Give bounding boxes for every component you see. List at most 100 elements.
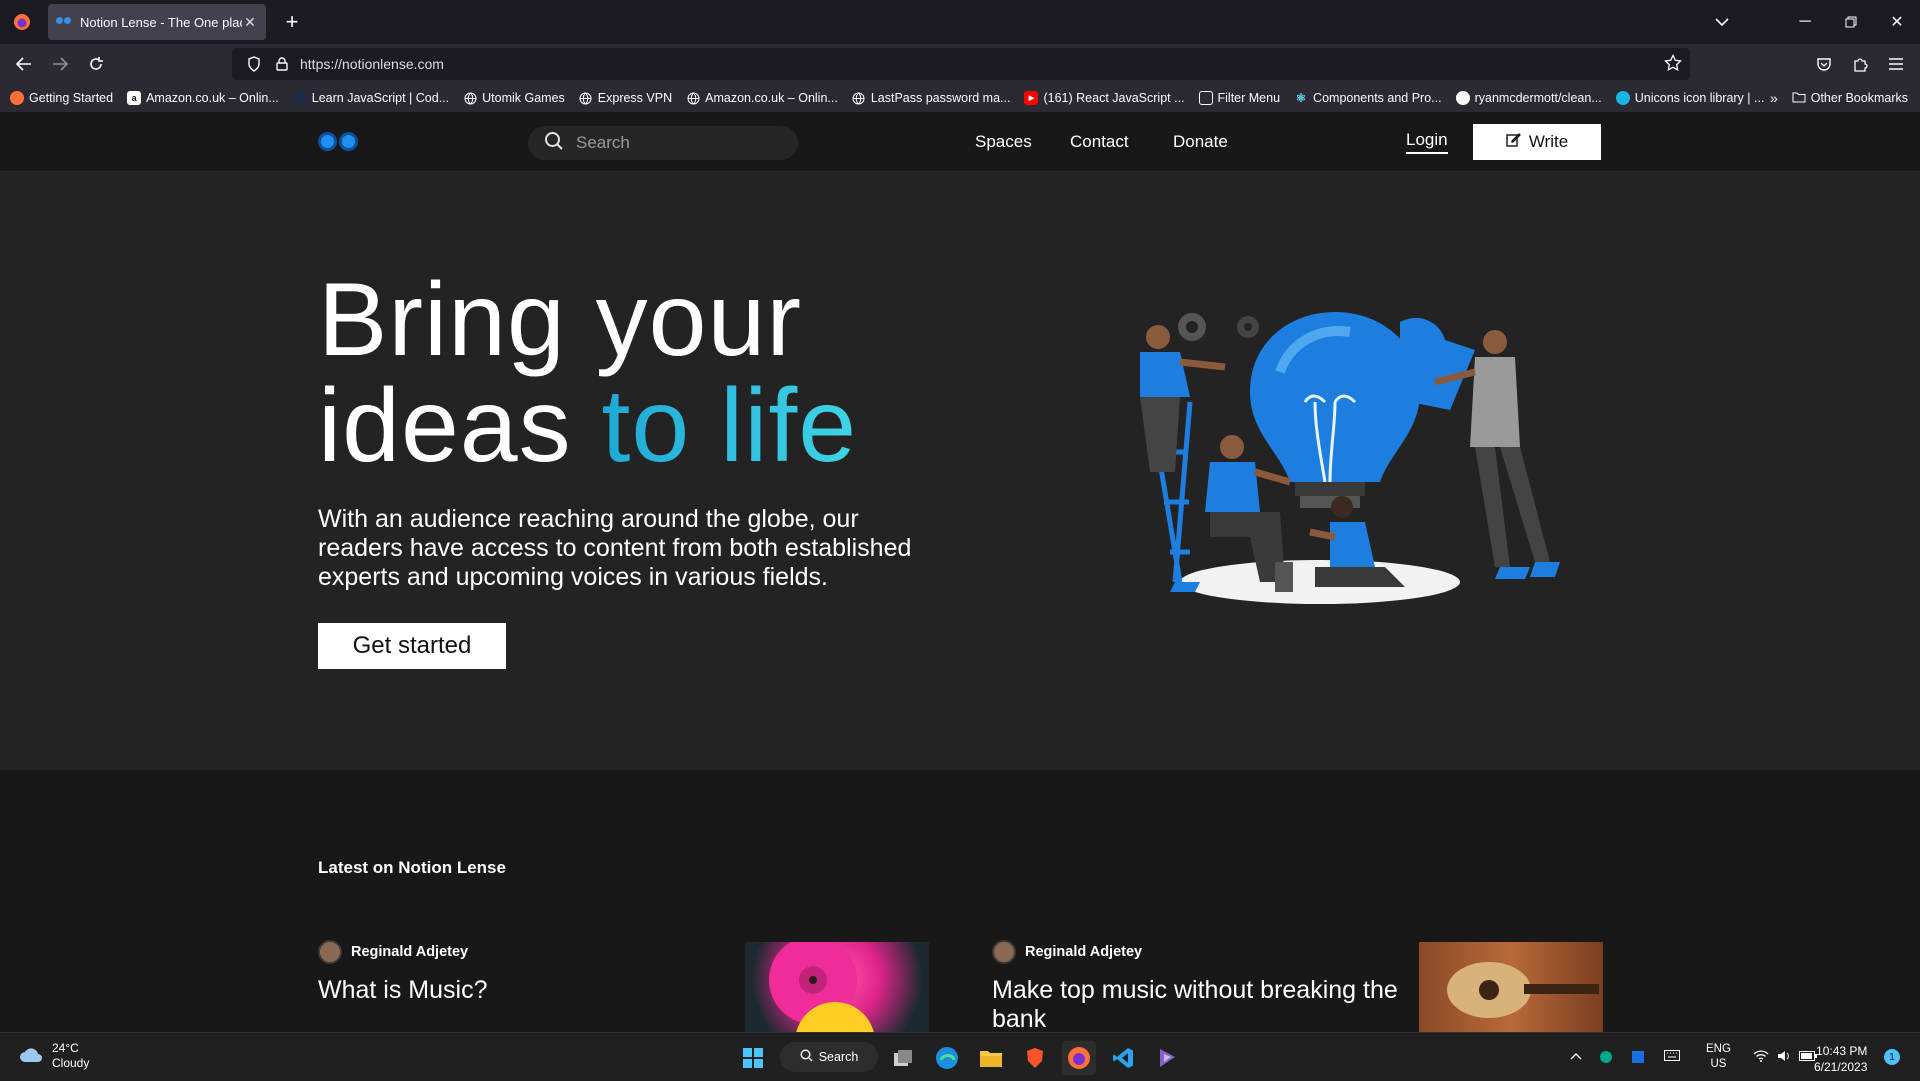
language-indicator[interactable]: ENG US <box>1706 1042 1731 1072</box>
bookmarks-right-area: » Other Bookmarks <box>1770 84 1908 112</box>
nav-link-spaces[interactable]: Spaces <box>975 132 1032 152</box>
author-name: Reginald Adjetey <box>1025 944 1143 960</box>
search-placeholder: Search <box>576 133 630 152</box>
kaspersky-tray-icon[interactable] <box>1600 1051 1612 1063</box>
wifi-icon[interactable] <box>1753 1049 1769 1065</box>
firefox-icon <box>10 91 24 105</box>
system-tray: ENG US <box>1570 1033 1817 1081</box>
latest-posts-section: Latest on Notion Lense Reginald Adjetey … <box>0 770 1920 1034</box>
extensions-puzzle-icon[interactable] <box>1846 50 1874 78</box>
bookmark-label: Express VPN <box>597 91 673 105</box>
globe-icon <box>852 91 866 105</box>
author-name: Reginald Adjetey <box>351 944 469 960</box>
back-arrow-icon[interactable] <box>10 50 38 78</box>
site-header: Search Spaces Contact Donate Login Write <box>0 112 1920 172</box>
ideas-puzzle-illustration <box>1140 312 1560 604</box>
edit-pencil-icon <box>1506 132 1521 152</box>
globe-icon <box>463 91 477 105</box>
avatar <box>992 940 1016 964</box>
close-tab-icon[interactable]: ✕ <box>242 14 258 31</box>
bookmark-amazon-1[interactable]: a Amazon.co.uk – Onlin... <box>127 91 279 105</box>
write-label: Write <box>1528 132 1569 151</box>
edge-browser-icon[interactable] <box>930 1041 964 1075</box>
clock-date: 6/21/2023 <box>1814 1060 1868 1074</box>
post-title[interactable]: What is Music? <box>318 976 738 1005</box>
bookmark-lastpass[interactable]: LastPass password ma... <box>852 91 1011 105</box>
list-all-tabs-chevron-down-icon[interactable] <box>1708 8 1736 36</box>
close-window-icon[interactable]: ✕ <box>1874 0 1920 44</box>
weather-widget[interactable]: 24°C Cloudy <box>18 1041 89 1071</box>
taskbar-search[interactable]: Search <box>780 1042 878 1072</box>
minimize-window-icon[interactable]: ─ <box>1782 0 1828 44</box>
bookmark-learn-javascript[interactable]: Learn JavaScript | Cod... <box>292 91 449 105</box>
nav-link-donate[interactable]: Donate <box>1173 132 1228 152</box>
windows-start-icon[interactable] <box>736 1041 770 1075</box>
lock-icon[interactable] <box>272 54 292 74</box>
new-tab-button[interactable]: + <box>278 8 306 36</box>
notion-lense-logo[interactable] <box>318 132 358 152</box>
visual-studio-icon[interactable] <box>1150 1041 1184 1075</box>
pocket-icon[interactable] <box>1810 50 1838 78</box>
more-bookmarks-chevron-icon[interactable]: » <box>1770 90 1778 106</box>
bookmark-utomik[interactable]: Utomik Games <box>463 91 565 105</box>
avatar <box>318 940 342 964</box>
bookmark-components[interactable]: ⚛ Components and Pro... <box>1294 91 1442 105</box>
write-button[interactable]: Write <box>1473 124 1601 160</box>
tracking-protection-shield-icon[interactable] <box>244 54 264 74</box>
keyboard-icon[interactable] <box>1664 1050 1680 1064</box>
file-explorer-icon[interactable] <box>974 1041 1008 1075</box>
search-icon <box>800 1049 813 1065</box>
bookmark-star-icon[interactable] <box>1664 53 1682 75</box>
forward-arrow-icon[interactable] <box>46 50 74 78</box>
restore-window-icon[interactable] <box>1828 0 1874 44</box>
post-thumbnail-vinyl[interactable] <box>745 942 929 1032</box>
url-text: https://notionlense.com <box>300 56 444 72</box>
bookmark-unicons[interactable]: Unicons icon library | ... <box>1615 91 1764 105</box>
notifications-badge[interactable]: 1 <box>1884 1049 1900 1065</box>
bookmark-github-clean-code[interactable]: ryanmcdermott/clean... <box>1455 91 1602 105</box>
firefox-taskbar-icon[interactable] <box>1062 1041 1096 1075</box>
post-card[interactable]: Reginald Adjetey What is Music? <box>318 940 738 1005</box>
bookmark-express-vpn[interactable]: Express VPN <box>579 91 672 105</box>
globe-icon <box>579 91 593 105</box>
clock-time: 10:43 PM <box>1816 1044 1868 1058</box>
react-icon: ⚛ <box>1295 91 1307 105</box>
address-bar[interactable]: https://notionlense.com <box>232 48 1690 80</box>
post-card[interactable]: Reginald Adjetey Make top music without … <box>992 940 1412 1034</box>
other-bookmarks[interactable]: Other Bookmarks <box>1811 91 1908 105</box>
bookmark-react-youtube[interactable]: ▶ (161) React JavaScript ... <box>1024 91 1185 105</box>
region-code: US <box>1710 1058 1727 1070</box>
bookmark-amazon-2[interactable]: Amazon.co.uk – Onlin... <box>686 91 838 105</box>
bookmark-label: LastPass password ma... <box>870 91 1011 105</box>
bookmark-getting-started[interactable]: Getting Started <box>10 91 113 105</box>
bookmark-filter-menu[interactable]: Filter Menu <box>1198 91 1280 105</box>
app-menu-hamburger-icon[interactable] <box>1882 50 1910 78</box>
reload-icon[interactable] <box>82 50 110 78</box>
login-link[interactable]: Login <box>1406 130 1448 154</box>
firefox-icon[interactable] <box>0 0 44 44</box>
get-started-button[interactable]: Get started <box>318 623 506 669</box>
site-search-input[interactable]: Search <box>528 126 798 160</box>
temperature: 24°C <box>52 1041 79 1055</box>
task-view-icon[interactable] <box>886 1041 920 1075</box>
post-thumbnail-guitar[interactable] <box>1419 942 1603 1032</box>
browser-tab-active[interactable]: Notion Lense - The One place to ✕ <box>48 4 266 40</box>
hero-description: With an audience reaching around the glo… <box>318 505 912 591</box>
volume-icon[interactable] <box>1777 1050 1791 1065</box>
weather-status: Cloudy <box>52 1056 90 1070</box>
hero-heading: Bring your ideas to life <box>318 267 857 479</box>
system-clock[interactable]: 10:43 PM 6/21/2023 <box>1814 1043 1867 1075</box>
browser-tab-strip: Notion Lense - The One place to ✕ + ─ ✕ <box>0 0 1920 44</box>
vscode-icon[interactable] <box>1106 1041 1140 1075</box>
bookmark-label: Utomik Games <box>482 91 565 105</box>
nav-link-contact[interactable]: Contact <box>1070 132 1129 152</box>
brave-browser-icon[interactable] <box>1018 1041 1052 1075</box>
windows-taskbar: 24°C Cloudy Search ENG US 10:43 PM 6/21/… <box>0 1032 1920 1080</box>
show-hidden-icons-chevron-up-icon[interactable] <box>1570 1051 1582 1063</box>
search-icon <box>544 131 564 156</box>
defender-tray-icon[interactable] <box>1632 1051 1644 1063</box>
post-title[interactable]: Make top music without breaking the bank <box>992 976 1412 1034</box>
bookmarks-toolbar: Getting Started a Amazon.co.uk – Onlin..… <box>0 84 1920 112</box>
github-icon <box>1455 91 1470 105</box>
filter-icon <box>1198 91 1213 105</box>
